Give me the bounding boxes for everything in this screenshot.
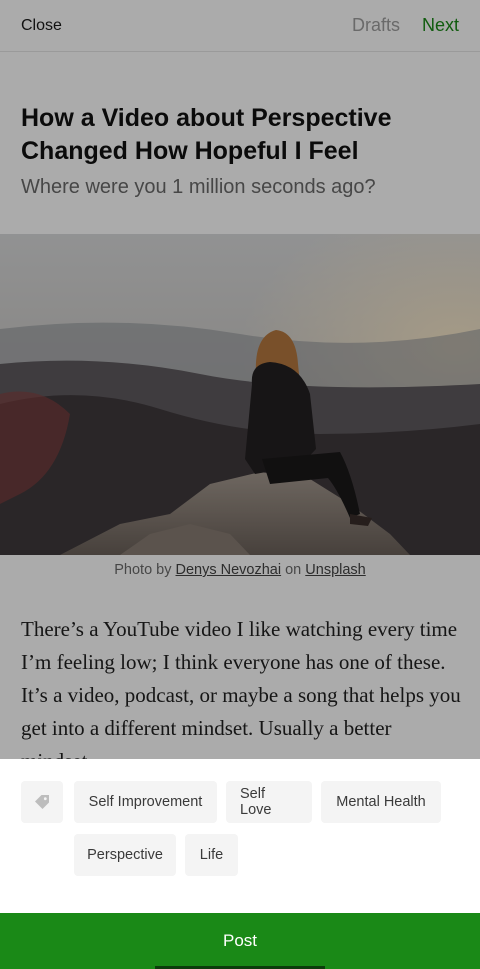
post-label: Post [222,931,258,950]
post-button[interactable]: Post [0,913,480,969]
tag-chip[interactable]: Self Improvement [74,781,217,823]
tag-chip[interactable]: Perspective [74,834,176,876]
dim-overlay[interactable] [0,0,480,759]
tag-chip[interactable]: Mental Health [321,781,441,823]
tag-chip[interactable]: Self Love [226,781,312,823]
tag-icon[interactable] [21,781,63,823]
tag-chip[interactable]: Life [185,834,238,876]
tag-sheet: Self Improvement Self Love Mental Health… [0,759,480,913]
